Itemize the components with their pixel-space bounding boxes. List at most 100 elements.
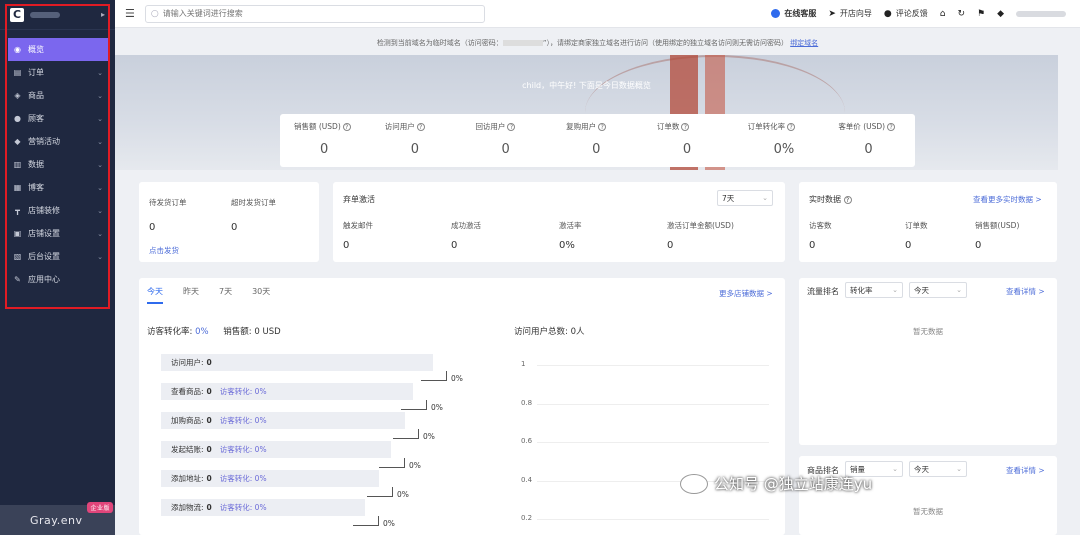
more-realtime-link[interactable]: 查看更多实时数据 > <box>973 194 1042 205</box>
ship-link[interactable]: 点击发货 <box>149 245 179 256</box>
paper-plane-icon: ➤ <box>828 8 836 19</box>
kpi-value: 0 <box>410 142 419 157</box>
sidebar-item-label: 订单 <box>28 68 44 77</box>
traffic-details-link[interactable]: 查看详情 > <box>1006 286 1045 297</box>
store-name-redacted <box>30 11 60 18</box>
funnel-step: 添加物流: 0 访客转化: 0% <box>161 499 365 516</box>
search-box[interactable]: ○ <box>144 4 485 23</box>
abandon-metric-label: 触发邮件 <box>343 221 373 230</box>
funnel-step-value: 0 <box>206 474 212 483</box>
sidebar-item-label: 应用中心 <box>28 275 60 284</box>
product-range-select[interactable]: 今天 ⌄ <box>909 461 967 477</box>
bind-domain-link[interactable]: 绑定域名 <box>790 39 818 47</box>
help-icon[interactable]: ? <box>681 123 690 131</box>
help-icon[interactable]: ? <box>843 196 852 204</box>
store-analytics-card: 今天 昨天 7天 30天 更多店铺数据 > 访客转化率: 0% 销售额: 0 USD … <box>139 278 785 535</box>
refresh-icon[interactable]: ↻ <box>957 9 965 19</box>
kpi-value: 0% <box>773 142 795 157</box>
store-switcher[interactable]: C ▸ <box>0 0 115 30</box>
store-guide-button[interactable]: ➤ 开店向导 <box>828 8 872 19</box>
funnel-conv-label: 访客转化: <box>219 416 253 425</box>
sidebar-item-label: 顾客 <box>28 114 44 123</box>
kpi-panel: 销售额 (USD)? 0 访问用户? 0 回访用户? 0 复购用户? 0 订单数? 0 订单转化率?… <box>280 114 915 167</box>
chevron-right-icon[interactable]: ▸ <box>101 10 105 19</box>
chevron-down-icon: ⌄ <box>97 68 103 77</box>
traffic-range-select[interactable]: 今天 ⌄ <box>909 282 967 298</box>
settings-icon: ▧ <box>13 252 22 261</box>
kpi-label: 客单价 (USD) <box>838 122 886 131</box>
hamburger-menu-icon[interactable]: ☰ <box>125 7 135 20</box>
account-redacted[interactable] <box>1016 10 1066 17</box>
chevron-down-icon: ⌄ <box>97 160 103 169</box>
help-icon[interactable]: ? <box>507 123 516 131</box>
funnel-conv-label: 访客转化: <box>219 387 253 396</box>
sidebar-item-4[interactable]: ◆ 营销活动 ⌄ <box>8 130 108 153</box>
sidebar-item-7[interactable]: ┳ 店铺装修 ⌄ <box>8 199 108 222</box>
sidebar-item-label: 店铺装修 <box>28 206 60 215</box>
abandon-metric-value: 0 <box>667 240 674 251</box>
funnel-step-pct: 0% <box>431 403 443 412</box>
kpi-label: 访问用户 <box>384 122 415 131</box>
help-icon[interactable]: ? <box>598 123 607 131</box>
help-icon[interactable]: ? <box>416 123 425 131</box>
funnel-conv-value: 0% <box>254 445 267 454</box>
kpi-label: 销售额 (USD) <box>294 122 341 131</box>
funnel-conv: 访客转化: 0% <box>220 415 267 426</box>
sidebar-item-1[interactable]: ▤ 订单 ⌄ <box>8 61 108 84</box>
product-range-value: 今天 <box>914 464 929 474</box>
notice-text-before: 检测到当前域名为临时域名（访问密码： <box>376 39 503 47</box>
y-tick-label: 0.6 <box>521 437 533 445</box>
sidebar-item-10[interactable]: ✎ 应用中心 <box>8 268 108 291</box>
chevron-down-icon: ⌄ <box>956 465 962 473</box>
sidebar-item-label: 数据 <box>28 160 44 169</box>
sidebar-item-6[interactable]: ▦ 博客 ⌄ <box>8 176 108 199</box>
tag-icon: ◆ <box>14 137 21 146</box>
home-icon[interactable]: ⌂ <box>940 9 946 19</box>
more-store-data-link[interactable]: 更多店铺数据 > <box>719 288 773 299</box>
help-icon[interactable]: ? <box>787 123 796 131</box>
abandon-title: 弃单激活 <box>343 195 375 204</box>
funnel-connector <box>393 429 419 439</box>
tab-1[interactable]: 昨天 <box>183 286 199 304</box>
sidebar-item-0[interactable]: ◉ 概览 <box>8 38 108 61</box>
online-service-button[interactable]: 在线客服 <box>771 8 816 19</box>
realtime-metric-value: 0 <box>905 240 912 251</box>
search-input[interactable] <box>162 9 463 18</box>
y-tick-label: 0.8 <box>521 398 533 407</box>
sidebar-item-2[interactable]: ◈ 商品 ⌄ <box>8 84 108 107</box>
watermark-text: 公知号 @独立站康连yu <box>714 475 873 493</box>
funnel-step: 访问用户: 0 <box>161 354 433 371</box>
gridline <box>537 365 769 366</box>
funnel-connector <box>379 458 405 468</box>
traffic-metric-select[interactable]: 转化率 ⌄ <box>845 282 903 298</box>
sidebar-item-8[interactable]: ▣ 店铺设置 ⌄ <box>8 222 108 245</box>
tab-3[interactable]: 30天 <box>252 286 270 304</box>
bell-icon[interactable]: ◆ <box>997 9 1004 19</box>
funnel-step-value: 0 <box>206 445 212 454</box>
funnel-step-label: 添加地址: <box>171 474 204 483</box>
help-icon[interactable]: ? <box>887 123 896 131</box>
funnel-step: 加购商品: 0 访客转化: 0% <box>161 412 405 429</box>
paint-roller-icon: ┳ <box>15 206 20 215</box>
online-service-label: 在线客服 <box>784 9 817 18</box>
abandon-metric-value: 0 <box>451 240 458 251</box>
tab-0[interactable]: 今天 <box>147 286 163 304</box>
realtime-metric-value: 0 <box>975 240 982 251</box>
chevron-down-icon: ⌄ <box>892 286 898 294</box>
kpi-value: 0 <box>320 142 329 157</box>
flag-icon[interactable]: ⚑ <box>977 9 985 19</box>
sidebar-item-3[interactable]: ● 顾客 ⌄ <box>8 107 108 130</box>
help-icon[interactable]: ? <box>342 123 351 131</box>
funnel-conv-label: 访客转化: <box>219 474 253 483</box>
chevron-down-icon: ⌄ <box>97 206 103 215</box>
zhihu-logo-icon <box>680 473 708 494</box>
sidebar-item-5[interactable]: ▥ 数据 ⌄ <box>8 153 108 176</box>
product-details-link[interactable]: 查看详情 > <box>1006 465 1045 476</box>
funnel-step-pct: 0% <box>397 490 409 499</box>
date-tabs: 今天 昨天 7天 30天 <box>147 286 270 304</box>
feedback-button[interactable]: ● 评论反馈 <box>884 8 928 19</box>
sidebar-item-9[interactable]: ▧ 后台设置 ⌄ <box>8 245 108 268</box>
abandon-range-select[interactable]: 7天 ⌄ <box>717 190 773 206</box>
tab-2[interactable]: 7天 <box>219 286 232 304</box>
blog-icon: ▦ <box>13 183 22 192</box>
